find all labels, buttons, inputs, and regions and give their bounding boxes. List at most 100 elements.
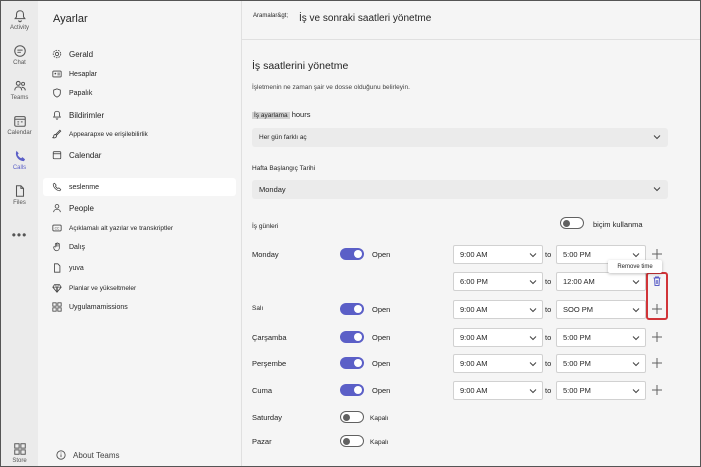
- start-time-select[interactable]: 9:00 AM: [453, 354, 543, 373]
- sidebar-item-label: yuva: [69, 264, 84, 272]
- sidebar-item-gestures[interactable]: Dalış: [43, 238, 236, 256]
- chevron-down-icon: [632, 335, 640, 341]
- bell-icon: [13, 9, 27, 23]
- add-time-icon[interactable]: [651, 303, 663, 315]
- sidebar-item-privacy[interactable]: Papalık: [43, 84, 236, 102]
- store-icon: [13, 442, 27, 456]
- day-state-thursday: Open: [372, 359, 391, 368]
- sidebar-item-app-permissions[interactable]: Uygulamamissions: [43, 298, 236, 316]
- end-time-value: 5:00 PM: [563, 333, 591, 342]
- chevron-down-icon: [653, 134, 661, 140]
- start-time-value: 9:00 AM: [460, 386, 488, 395]
- workdays-label-text: İş günleri: [252, 223, 279, 230]
- add-time-icon[interactable]: [651, 357, 663, 369]
- format-label-text: biçim kullanma: [593, 220, 643, 229]
- settings-sidebar: Ayarlar Gerald Hesaplar Papalık Bildirim…: [38, 1, 242, 466]
- sidebar-item-plans[interactable]: Planlar ve yükseltmeler: [43, 279, 236, 297]
- day-toggle-sunday[interactable]: [340, 435, 364, 447]
- to-label: to: [545, 333, 552, 342]
- end-time-select[interactable]: 5:00 PM: [556, 381, 646, 400]
- chevron-down-icon: [529, 335, 537, 341]
- remove-time-tooltip: Remove time: [608, 260, 662, 273]
- week-start-dropdown[interactable]: Monday: [252, 180, 668, 199]
- chevron-down-icon: [529, 361, 537, 367]
- rail-store[interactable]: Store: [1, 442, 38, 464]
- chat-icon: [13, 44, 27, 58]
- end-time-select[interactable]: SOO PM: [556, 300, 646, 319]
- calendar-icon: [52, 150, 62, 160]
- end-time-value: 5:00 PM: [563, 359, 591, 368]
- rail-activity[interactable]: Activity: [1, 9, 38, 31]
- sidebar-item-people[interactable]: People: [43, 199, 236, 217]
- start-time-select[interactable]: 9:00 AM: [453, 300, 543, 319]
- day-toggle-saturday[interactable]: [340, 411, 364, 423]
- main-panel: Aramalar&gt; İş ve sonraki saatleri yöne…: [242, 1, 700, 466]
- rail-calendar[interactable]: Calendar: [1, 114, 38, 136]
- start-time-value: 6:00 PM: [460, 277, 488, 286]
- day-label-sunday: Pazar: [252, 437, 272, 446]
- day-toggle-thursday[interactable]: [340, 357, 364, 369]
- work-hours-dropdown[interactable]: Her gün farklı aç: [252, 128, 668, 147]
- sidebar-item-calls[interactable]: seslenme: [43, 178, 236, 196]
- sidebar-item-label: Hesaplar: [69, 70, 98, 78]
- sidebar-item-label: Bildirimler: [69, 110, 105, 120]
- rail-teams[interactable]: Teams: [1, 79, 38, 101]
- end-time-select[interactable]: 5:00 PM: [556, 354, 646, 373]
- work-hours-value: Her gün farklı aç: [259, 134, 307, 141]
- chevron-down-icon: [529, 388, 537, 394]
- sidebar-item-calendar[interactable]: Calendar: [43, 146, 236, 164]
- rail-calls[interactable]: Calls: [1, 149, 38, 171]
- week-start-label: Hafta Başlangıç Tarihi: [252, 163, 315, 172]
- diamond-icon: [52, 283, 62, 293]
- hand-icon: [52, 242, 62, 252]
- sidebar-item-accounts[interactable]: Hesaplar: [43, 65, 236, 83]
- to-label: to: [545, 386, 552, 395]
- trash-icon[interactable]: [651, 275, 663, 287]
- rail-label-store: Store: [12, 458, 27, 464]
- end-time-select[interactable]: 12:00 AM: [556, 272, 646, 291]
- sidebar-item-general[interactable]: Gerald: [43, 45, 236, 63]
- rail-label-activity: Activity: [9, 25, 29, 31]
- day-state-friday: Open: [372, 386, 391, 395]
- sidebar-item-label: seslenme: [69, 183, 99, 191]
- sidebar-item-files[interactable]: yuva: [43, 259, 236, 277]
- sidebar-item-label: Calendar: [69, 150, 102, 160]
- phone-icon: [52, 182, 62, 192]
- start-time-select[interactable]: 6:00 PM: [453, 272, 543, 291]
- more-apps-icon[interactable]: •••: [1, 228, 38, 242]
- sidebar-item-label: People: [69, 203, 94, 213]
- day-label-tuesday: Salı: [252, 305, 264, 312]
- day-toggle-monday[interactable]: [340, 248, 364, 260]
- breadcrumb[interactable]: Aramalar&gt;: [253, 13, 288, 19]
- add-time-icon[interactable]: [651, 248, 663, 260]
- start-time-select[interactable]: 9:00 AM: [453, 245, 543, 264]
- chevron-down-icon: [632, 252, 640, 258]
- day-toggle-friday[interactable]: [340, 384, 364, 396]
- day-toggle-wednesday[interactable]: [340, 331, 364, 343]
- start-time-select[interactable]: 9:00 AM: [453, 328, 543, 347]
- week-start-label-text: Hafta Başlangıç Tarihi: [252, 165, 316, 172]
- format-toggle[interactable]: [560, 217, 584, 229]
- start-time-value: 9:00 AM: [460, 250, 488, 259]
- phone-icon: [13, 149, 27, 163]
- chevron-down-icon: [632, 361, 640, 367]
- start-time-select[interactable]: 9:00 AM: [453, 381, 543, 400]
- rail-files[interactable]: Files: [1, 184, 38, 206]
- day-state-wednesday: Open: [372, 333, 391, 342]
- add-time-icon[interactable]: [651, 384, 663, 396]
- rail-chat[interactable]: Chat: [1, 44, 38, 66]
- add-time-icon[interactable]: [651, 331, 663, 343]
- about-teams-link[interactable]: About Teams: [56, 450, 120, 460]
- work-hours-label-suffix: hours: [291, 110, 311, 119]
- sidebar-item-notifications[interactable]: Bildirimler: [43, 106, 236, 124]
- end-time-select[interactable]: 5:00 PM: [556, 328, 646, 347]
- sidebar-item-captions[interactable]: CC Açıklamalı alt yazılar ve transkriptl…: [43, 219, 236, 237]
- rail-label-chat: Chat: [13, 60, 26, 66]
- sidebar-item-appearance[interactable]: Appearaрxe ve erişilebilirlik: [43, 125, 236, 143]
- info-icon: [56, 450, 66, 460]
- day-label-wednesday: Çarşamba: [252, 333, 287, 342]
- day-label-saturday: Saturday: [252, 413, 283, 422]
- day-toggle-tuesday[interactable]: [340, 303, 364, 315]
- svg-text:CC: CC: [55, 226, 60, 230]
- rail-label-calls: Calls: [12, 165, 27, 171]
